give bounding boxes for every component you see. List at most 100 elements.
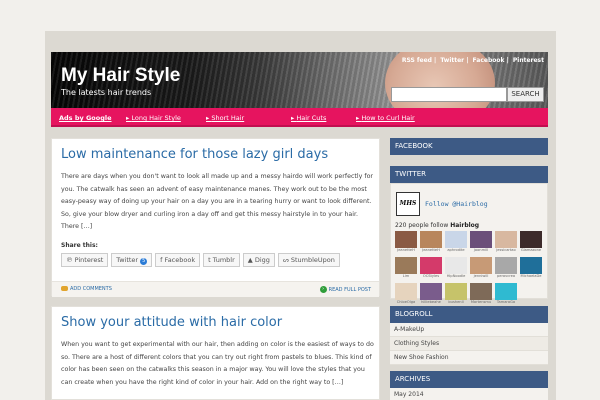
- avatar: [420, 231, 442, 248]
- share-facebook-button[interactable]: f Facebook: [155, 253, 201, 267]
- post-title[interactable]: Show your attitude with hair color: [61, 315, 282, 330]
- share-label-text: Facebook: [164, 256, 196, 264]
- avatar: [445, 283, 467, 300]
- avatar: [395, 231, 417, 248]
- share-twitter-button[interactable]: Twitter 5: [111, 253, 153, 267]
- header-links: RSS feed | Twitter | Facebook | Pinteres…: [401, 57, 544, 64]
- pinterest-icon: ℗: [66, 256, 73, 264]
- site-title[interactable]: My Hair Style: [61, 65, 180, 87]
- add-comments-link[interactable]: ADD COMMENTS: [61, 286, 112, 292]
- avatar: [520, 231, 542, 248]
- ads-by-google-link[interactable]: Ads by Google: [59, 114, 112, 122]
- follower-name: aphrodite: [447, 248, 465, 252]
- follower-avatar[interactable]: Lim: [395, 257, 417, 280]
- add-comments-label: ADD COMMENTS: [70, 286, 112, 292]
- site-header: My Hair Style The latests hair trends RS…: [51, 52, 548, 108]
- stumbleupon-icon: ᔕ: [282, 256, 289, 264]
- widget-title-blogroll: BLOGROLL: [390, 306, 548, 323]
- share-buttons: ℗ Pinterest Twitter 5 f Facebook t Tumbl…: [61, 253, 340, 267]
- nav-label: How to Curl Hair: [361, 114, 415, 122]
- widget-title-twitter: TWITTER: [390, 166, 548, 183]
- follower-avatar[interactable]: JeanetteH: [395, 231, 417, 254]
- share-pinterest-button[interactable]: ℗ Pinterest: [61, 253, 109, 267]
- follower-avatar[interactable]: ChloeOlga: [395, 283, 417, 306]
- share-label-text: Tumblr: [212, 256, 235, 264]
- share-stumbleupon-button[interactable]: ᔕ StumbleUpon: [277, 253, 340, 267]
- avatar: [395, 283, 417, 300]
- post-article: Show your attitude with hair color When …: [51, 306, 380, 400]
- follower-name: peravcrea: [496, 274, 516, 278]
- follower-avatar[interactable]: HipNoodle: [445, 257, 467, 280]
- read-full-label: READ FULL POST: [328, 287, 371, 293]
- nav-label: Short Hair: [211, 114, 245, 122]
- follower-name: jessicartao: [496, 248, 516, 252]
- search-input[interactable]: [391, 87, 507, 102]
- avatar: [445, 257, 467, 274]
- post-title[interactable]: Low maintenance for those lazy girl days: [61, 147, 328, 162]
- post-excerpt: There are days when you don't want to lo…: [61, 173, 374, 230]
- follower-avatar[interactable]: JeanetteH: [420, 231, 442, 254]
- follower-name: TamaraGa: [496, 300, 516, 304]
- avatar: [495, 257, 517, 274]
- follower-avatar[interactable]: jessicartao: [495, 231, 517, 254]
- nav-item-how-to-curl-hair[interactable]: ▸ How to Curl Hair: [356, 114, 415, 122]
- digg-icon: ▲: [247, 256, 253, 264]
- share-tumblr-button[interactable]: t Tumblr: [203, 253, 240, 267]
- nav-item-long-hair-style[interactable]: ▸ Long Hair Style: [126, 114, 181, 122]
- search-button[interactable]: SEARCH: [507, 87, 544, 102]
- share-label-text: Pinterest: [74, 256, 104, 264]
- nav-item-hair-cuts[interactable]: ▸ Hair Cuts: [291, 114, 326, 122]
- follower-name: Lim: [402, 274, 410, 278]
- read-full-post-link[interactable]: › READ FULL POST: [319, 286, 371, 293]
- share-label: Share this:: [61, 242, 98, 249]
- follower-avatar[interactable]: Glamazone: [520, 231, 542, 254]
- follower-avatars: JeanetteH JeanetteH aphrodite joonmill jessi…: [395, 231, 542, 306]
- follower-name: OCStyles: [422, 274, 440, 278]
- twitter-count-badge: 5: [140, 258, 148, 265]
- avatar: [470, 283, 492, 300]
- follower-avatar[interactable]: peravcrea: [495, 257, 517, 280]
- twitter-widget: MHS Follow @Hairblog 220 people follow H…: [390, 183, 548, 304]
- followers-account: Hairblog: [450, 222, 480, 229]
- follower-avatar[interactable]: aphrodite: [445, 231, 467, 254]
- follower-avatar[interactable]: MichaelaDe: [520, 257, 542, 280]
- twitter-profile-logo[interactable]: MHS: [396, 192, 420, 216]
- facebook-link[interactable]: Facebook: [473, 57, 505, 64]
- post-article: Low maintenance for those lazy girl days…: [51, 138, 380, 297]
- site-description: The latests hair trends: [61, 88, 152, 97]
- twitter-link[interactable]: Twitter: [440, 57, 464, 64]
- follower-avatar[interactable]: TamaraGa: [495, 283, 517, 306]
- avatar: [395, 257, 417, 274]
- pinterest-link[interactable]: Pinterest: [513, 57, 544, 64]
- share-digg-button[interactable]: ▲ Digg: [242, 253, 275, 267]
- follower-avatar[interactable]: joonmill: [470, 231, 492, 254]
- share-label-text: StumbleUpon: [290, 256, 335, 264]
- nav-item-short-hair[interactable]: ▸ Short Hair: [206, 114, 244, 122]
- share-label-text: Digg: [254, 256, 270, 264]
- blogroll-item[interactable]: New Shoe Fashion: [390, 351, 548, 365]
- follower-avatar[interactable]: hilliebeahe: [420, 283, 442, 306]
- followers-count-text: 220 people follow: [395, 222, 449, 229]
- follower-avatar[interactable]: Martensmu: [470, 283, 492, 306]
- follow-hairblog-button[interactable]: Follow @Hairblog: [425, 200, 488, 208]
- blogroll-item[interactable]: Clothing Styles: [390, 337, 548, 351]
- avatar: [445, 231, 467, 248]
- archive-item[interactable]: May 2014: [390, 388, 548, 400]
- follower-avatar[interactable]: jenniwill: [470, 257, 492, 280]
- follower-name: joonmill: [473, 248, 489, 252]
- nav-label: Hair Cuts: [296, 114, 327, 122]
- share-label-text: Twitter: [116, 256, 139, 264]
- tumblr-icon: t: [208, 256, 211, 264]
- follower-avatar[interactable]: OCStyles: [420, 257, 442, 280]
- avatar: [520, 257, 542, 274]
- rss-feed-link[interactable]: RSS feed: [402, 57, 432, 64]
- follower-name: JeanetteH: [397, 248, 415, 252]
- follower-name: HipNoodle: [446, 274, 466, 278]
- facebook-icon: f: [160, 256, 163, 264]
- avatar: [495, 283, 517, 300]
- post-excerpt: When you want to get experimental with o…: [61, 341, 374, 386]
- blogroll-item[interactable]: A-MakeUp: [390, 323, 548, 337]
- follower-name: ChloeOlga: [396, 300, 416, 304]
- widget-title-archives: ARCHIVES: [390, 371, 548, 388]
- follower-avatar[interactable]: bushenll: [445, 283, 467, 306]
